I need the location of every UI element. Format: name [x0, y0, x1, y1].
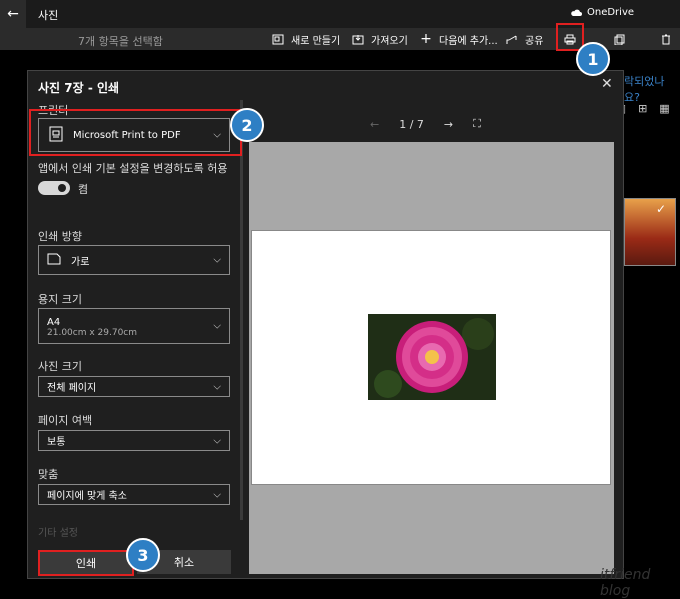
orientation-select[interactable]: 가로 ⌵	[38, 245, 230, 275]
chevron-down-icon: ⌵	[213, 254, 221, 266]
printer-icon	[49, 126, 63, 145]
print-icon[interactable]	[562, 30, 578, 48]
import-icon	[350, 30, 366, 48]
gallery-hint-text[interactable]: 락되었나요?	[624, 73, 680, 105]
callout-2: 2	[230, 108, 264, 142]
more-settings-link[interactable]: 기타 설정	[38, 524, 78, 539]
share-label: 공유	[525, 35, 544, 47]
dialog-title: 사진 7장 - 인쇄	[38, 81, 120, 95]
chevron-down-icon: ⌵	[213, 320, 221, 332]
onedrive-label: OneDrive	[587, 7, 635, 18]
margin-value: 보통	[47, 437, 66, 448]
photo-size-label: 사진 크기	[38, 360, 82, 373]
grid-view-icon[interactable]: ⊞	[638, 102, 647, 115]
share-button[interactable]: 공유	[504, 30, 543, 48]
watermark: itfriend blog	[600, 567, 651, 599]
next-page-icon[interactable]: →	[444, 118, 453, 131]
share-icon	[504, 30, 520, 48]
chevron-down-icon: ⌵	[213, 129, 221, 141]
paper-dimensions: 21.00cm x 29.70cm	[47, 327, 138, 338]
print-button[interactable]: 인쇄	[38, 550, 134, 576]
selection-count: 7개 항목을 선택함	[78, 35, 163, 48]
page-indicator: 1 / 7	[399, 117, 424, 131]
allow-settings-label: 앱에서 인쇄 기본 설정을 변경하도록 허용	[38, 162, 228, 175]
margin-select[interactable]: 보통 ⌵	[38, 430, 230, 451]
photo-size-select[interactable]: 전체 페이지 ⌵	[38, 376, 230, 397]
margin-label: 페이지 여백	[38, 414, 93, 427]
fit-label: 맞춤	[38, 468, 59, 481]
fit-select[interactable]: 페이지에 맞게 축소 ⌵	[38, 484, 230, 505]
paper-size-select[interactable]: A4 21.00cm x 29.70cm ⌵	[38, 308, 230, 344]
compact-grid-icon[interactable]: ▦	[659, 102, 669, 115]
printer-select[interactable]: Microsoft Print to PDF ⌵	[38, 118, 230, 152]
add-to-button[interactable]: + 다음에 추가...	[418, 30, 498, 48]
callout-1: 1	[576, 42, 610, 76]
fit-view-icon[interactable]: ⛶	[473, 117, 481, 131]
settings-scrollbar[interactable]	[240, 100, 243, 520]
fit-value: 페이지에 맞게 축소	[47, 491, 127, 502]
import-label: 가져오기	[371, 35, 408, 47]
delete-icon[interactable]	[658, 30, 674, 48]
printer-value: Microsoft Print to PDF	[73, 129, 181, 141]
chevron-down-icon: ⌵	[213, 381, 221, 392]
chevron-down-icon: ⌵	[213, 489, 221, 500]
paper-size-label: 용지 크기	[38, 293, 82, 306]
toggle-knob	[58, 184, 66, 192]
import-button[interactable]: 가져오기	[350, 30, 408, 48]
orientation-value: 가로	[71, 256, 90, 268]
chevron-down-icon: ⌵	[213, 435, 221, 446]
close-icon[interactable]: ✕	[601, 76, 613, 92]
back-arrow-icon: ←	[7, 6, 19, 22]
toggle-state: 켬	[78, 183, 89, 196]
callout-3: 3	[126, 538, 160, 572]
photo-thumbnail[interactable]	[624, 198, 676, 266]
page-navigation: ← 1 / 7 → ⛶	[370, 117, 481, 131]
dahlia-photo	[368, 314, 496, 400]
create-button[interactable]: 새로 만들기	[270, 30, 340, 48]
create-label: 새로 만들기	[291, 35, 341, 47]
app-title: 사진	[38, 9, 59, 22]
cloud-icon	[571, 9, 582, 16]
copy-icon[interactable]	[612, 30, 628, 48]
paper-size-value: A4	[47, 316, 61, 328]
create-icon	[270, 30, 286, 48]
plus-icon: +	[420, 31, 432, 47]
add-to-label: 다음에 추가...	[439, 35, 498, 47]
back-button[interactable]: ←	[0, 0, 26, 28]
check-icon: ✓	[656, 202, 667, 216]
prev-page-icon[interactable]: ←	[370, 118, 379, 131]
view-toggle[interactable]: ▯ ⊞ ▦	[620, 102, 670, 115]
onedrive-status[interactable]: OneDrive	[570, 7, 634, 18]
photo-size-value: 전체 페이지	[47, 383, 97, 394]
orientation-label: 인쇄 방향	[38, 230, 82, 243]
page-icon	[47, 253, 61, 268]
